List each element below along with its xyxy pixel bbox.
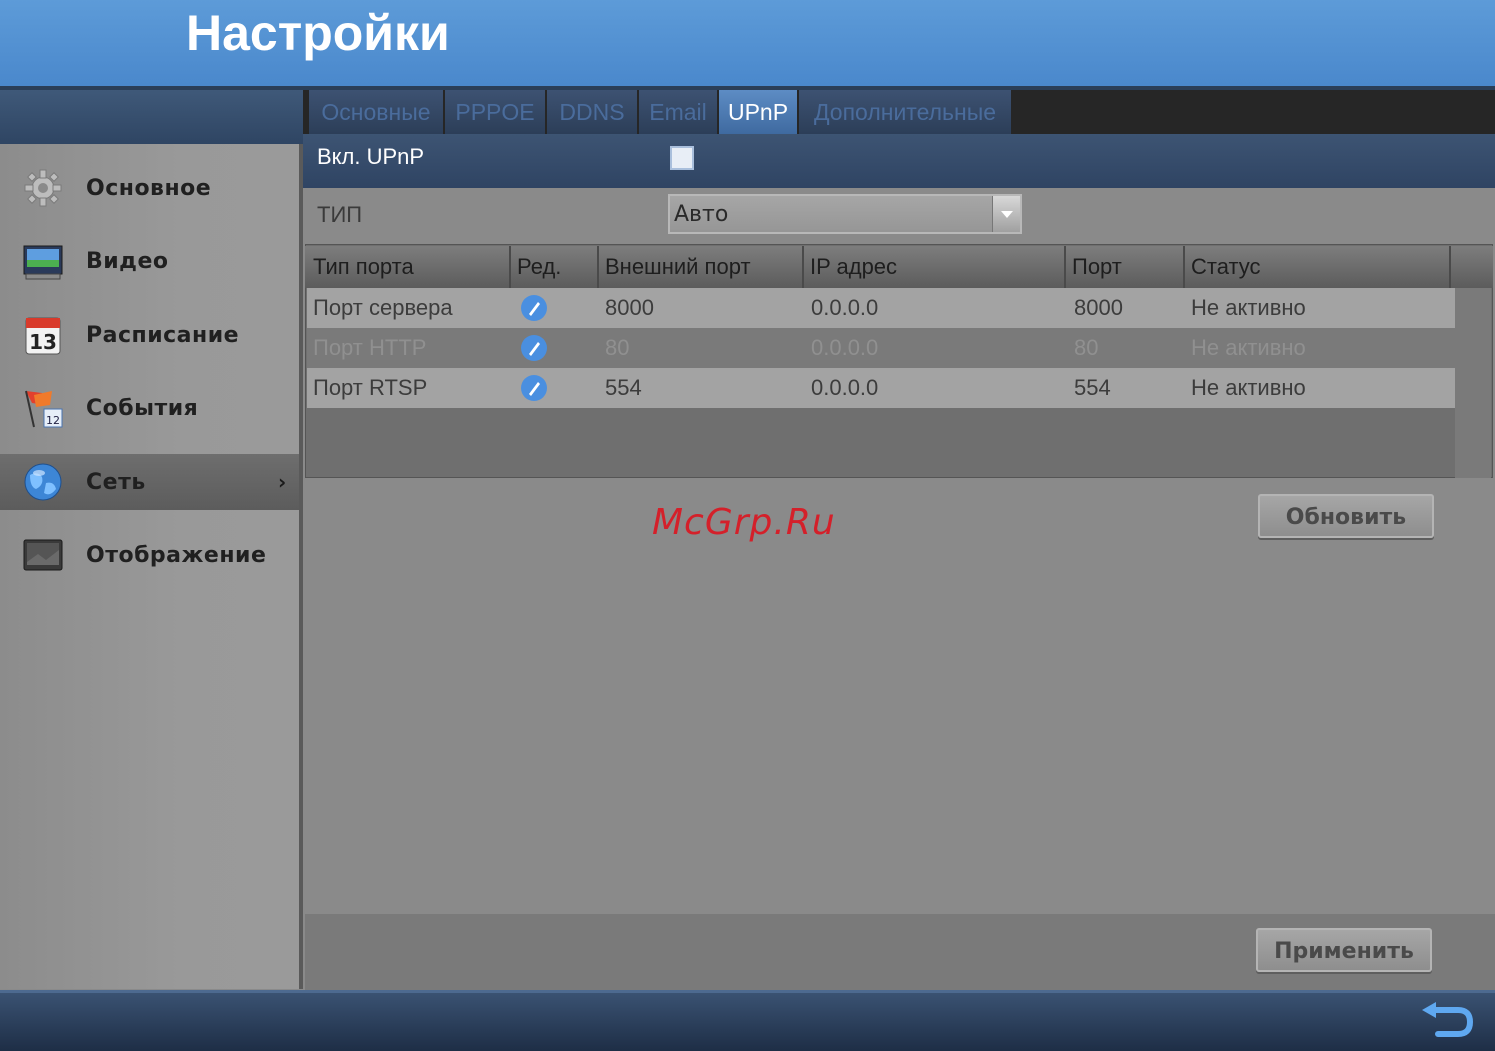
type-label: ТИП [317, 202, 363, 227]
tab-upnp[interactable]: UPnP [719, 90, 797, 134]
sidebar-item-label: События [86, 395, 199, 421]
header-bar: Настройки [0, 0, 1495, 86]
cell-port: 554 [1074, 375, 1111, 400]
cell-status: Не активно [1191, 335, 1306, 360]
svg-text:12: 12 [46, 414, 60, 427]
column-header-port: Порт [1066, 246, 1185, 288]
enable-upnp-label: Вкл. UPnP [317, 144, 425, 169]
cell-ip-address: 0.0.0.0 [811, 335, 879, 360]
column-header-edit: Ред. [511, 246, 599, 288]
sidebar-item-label: Расписание [86, 322, 240, 348]
content-area [305, 478, 1495, 914]
enable-upnp-checkbox[interactable] [670, 146, 694, 170]
cell-ip-address: 0.0.0.0 [811, 295, 879, 320]
table-row[interactable]: Порт HTTP 80 0.0.0.0 80 Не активно [307, 328, 1455, 368]
footer-bar [0, 990, 1495, 1051]
table-row[interactable]: Порт RTSP 554 0.0.0.0 554 Не активно [307, 368, 1455, 408]
watermark: McGrp.Ru [652, 502, 836, 543]
cell-ip-address: 0.0.0.0 [811, 375, 879, 400]
sidebar-item-label: Основное [86, 175, 212, 201]
edit-icon[interactable] [519, 333, 549, 363]
column-header-port-type: Тип порта [307, 246, 511, 288]
tab-email[interactable]: Email [639, 90, 717, 134]
table-row[interactable]: Порт сервера 8000 0.0.0.0 8000 Не активн… [307, 288, 1455, 328]
cell-external-port: 80 [605, 335, 630, 360]
column-header-status: Статус [1185, 246, 1451, 288]
page-title: Настройки [186, 5, 450, 61]
video-monitor-icon [23, 245, 63, 280]
apply-button[interactable]: Применить [1256, 928, 1432, 972]
sidebar: Основное Видео 13 Расписание 12 События [0, 144, 303, 989]
gear-icon [24, 169, 62, 207]
sidebar-item-label: Видео [86, 248, 169, 274]
tab-pppoe[interactable]: PPPOE [445, 90, 545, 134]
calendar-icon: 13 [25, 317, 61, 355]
sidebar-item-label: Сеть [86, 469, 146, 495]
sidebar-header [0, 90, 303, 144]
cell-port-type: Порт HTTP [313, 335, 427, 360]
tab-general[interactable]: Основные [309, 90, 443, 134]
back-icon[interactable] [1418, 1000, 1476, 1042]
sidebar-item-display[interactable]: Отображение [0, 527, 299, 583]
column-header-ip-address: IP адрес [804, 246, 1066, 288]
column-header-external-port: Внешний порт [599, 246, 804, 288]
display-icon [23, 539, 63, 571]
cell-external-port: 8000 [605, 295, 654, 320]
event-flag-icon: 12 [25, 390, 63, 428]
sidebar-item-label: Отображение [86, 542, 267, 568]
sidebar-item-general[interactable]: Основное [0, 160, 299, 216]
globe-icon [24, 463, 62, 501]
cell-port: 80 [1074, 335, 1099, 360]
cell-status: Не активно [1191, 375, 1306, 400]
type-select[interactable]: Авто [668, 194, 1022, 234]
table-scrollbar[interactable] [1455, 288, 1491, 478]
tab-ddns[interactable]: DDNS [547, 90, 637, 134]
svg-text:13: 13 [29, 330, 57, 354]
cell-port-type: Порт сервера [313, 295, 453, 320]
edit-icon[interactable] [519, 373, 549, 403]
cell-port: 8000 [1074, 295, 1123, 320]
cell-external-port: 554 [605, 375, 642, 400]
cell-status: Не активно [1191, 295, 1306, 320]
chevron-down-icon[interactable] [992, 196, 1020, 232]
refresh-button[interactable]: Обновить [1258, 494, 1434, 538]
edit-icon[interactable] [519, 293, 549, 323]
sidebar-item-network[interactable]: Сеть › [0, 454, 299, 510]
sidebar-item-events[interactable]: 12 События [0, 380, 299, 436]
enable-upnp-row: Вкл. UPnP [303, 134, 1495, 188]
chevron-right-icon: › [278, 470, 287, 494]
tab-advanced[interactable]: Дополнительные [799, 90, 1011, 134]
sidebar-item-video[interactable]: Видео [0, 233, 299, 289]
sidebar-item-schedule[interactable]: 13 Расписание [0, 307, 299, 363]
cell-port-type: Порт RTSP [313, 375, 428, 400]
type-select-value: Авто [674, 202, 729, 227]
